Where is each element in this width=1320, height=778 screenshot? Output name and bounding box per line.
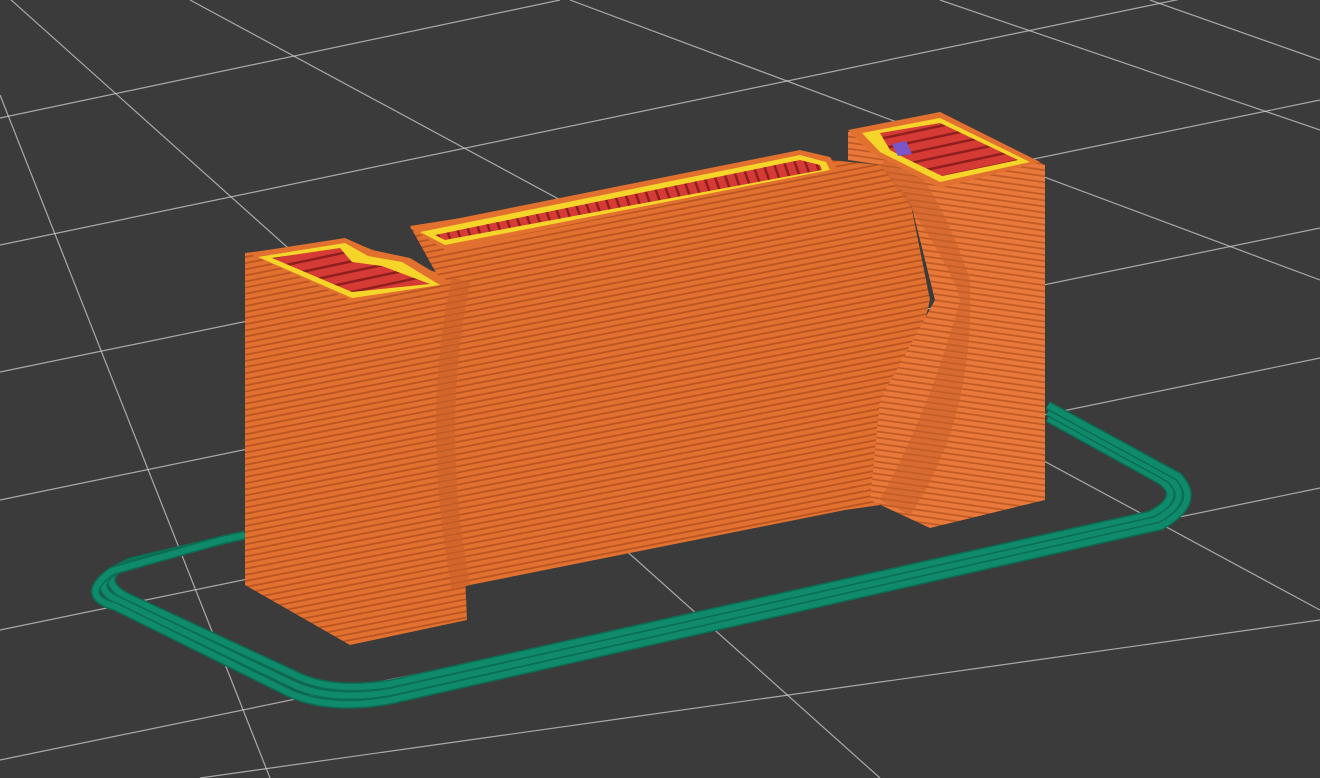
3d-viewport[interactable] [0, 0, 1320, 778]
grid-line [1149, 0, 1320, 61]
grid-line [939, 0, 1320, 131]
gcode-preview-scene[interactable] [0, 0, 1320, 778]
grid-line [0, 0, 561, 119]
